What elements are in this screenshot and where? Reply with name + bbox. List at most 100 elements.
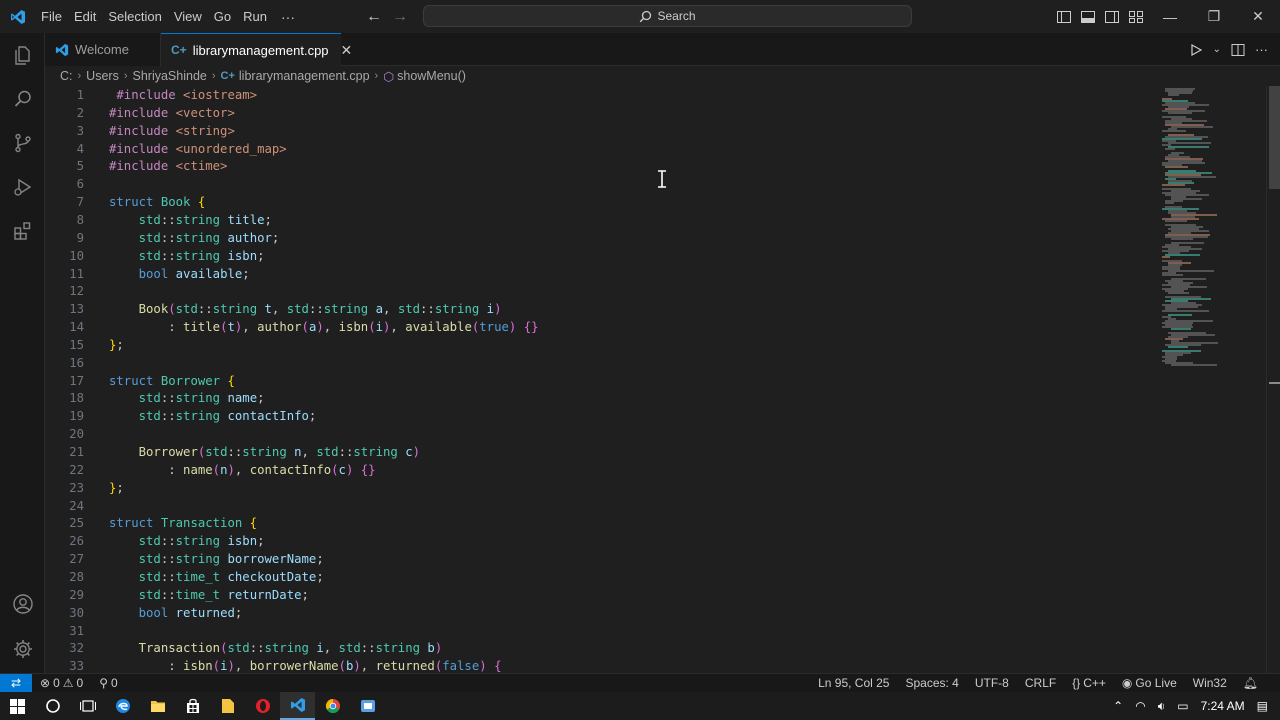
- breadcrumb-users[interactable]: Users: [86, 69, 119, 83]
- toggle-secondary-sidebar-icon[interactable]: [1104, 9, 1120, 25]
- code-line[interactable]: 17 struct Borrower {: [45, 372, 1145, 390]
- cursor-position[interactable]: Ln 95, Col 25: [810, 674, 897, 693]
- code-line[interactable]: 9 std::string author;: [45, 229, 1145, 247]
- platform[interactable]: Win32: [1185, 674, 1235, 693]
- code-line[interactable]: 12: [45, 282, 1145, 300]
- sticky-notes-icon[interactable]: [210, 692, 245, 720]
- windows-start-icon[interactable]: [0, 692, 35, 720]
- code-line[interactable]: 14 : title(t), author(a), isbn(i), avail…: [45, 318, 1145, 336]
- search-view-icon[interactable]: [0, 77, 45, 121]
- run-debug-icon[interactable]: [0, 165, 45, 209]
- microsoft-store-icon[interactable]: [175, 692, 210, 720]
- wifi-icon[interactable]: ◠: [1135, 699, 1145, 713]
- clock[interactable]: 7:24 AM: [1201, 699, 1245, 713]
- code-line[interactable]: 8 std::string title;: [45, 211, 1145, 229]
- accounts-icon[interactable]: [0, 582, 45, 626]
- code-line[interactable]: 33 : isbn(i), borrowerName(b), returned(…: [45, 657, 1145, 673]
- code-line[interactable]: 2 #include <vector>: [45, 104, 1145, 122]
- chevron-down-icon[interactable]: ⌄: [1213, 44, 1221, 55]
- end-of-line[interactable]: CRLF: [1017, 674, 1064, 693]
- language-mode[interactable]: {} C++: [1064, 674, 1114, 693]
- menu-more-icon[interactable]: ···: [273, 9, 303, 25]
- indentation[interactable]: Spaces: 4: [897, 674, 966, 693]
- edge-browser-icon[interactable]: [105, 692, 140, 720]
- toggle-primary-sidebar-icon[interactable]: [1056, 9, 1072, 25]
- code-line[interactable]: 31: [45, 622, 1145, 640]
- code-line[interactable]: 5 #include <ctime>: [45, 157, 1145, 175]
- restore-icon[interactable]: ❐: [1192, 0, 1236, 33]
- menu-run[interactable]: Run: [237, 0, 273, 33]
- opera-browser-icon[interactable]: [245, 692, 280, 720]
- problems-indicator[interactable]: ⊗ 0 ⚠ 0: [32, 674, 91, 693]
- code-line[interactable]: 29 std::time_t returnDate;: [45, 586, 1145, 604]
- task-view-icon[interactable]: [70, 692, 105, 720]
- menu-edit[interactable]: Edit: [68, 0, 102, 33]
- tab-welcome[interactable]: Welcome: [45, 33, 161, 66]
- close-tab-icon[interactable]: ✕: [341, 42, 353, 59]
- command-center-search[interactable]: Search: [423, 5, 912, 27]
- code-line[interactable]: 10 std::string isbn;: [45, 247, 1145, 265]
- code-line[interactable]: 23};: [45, 479, 1145, 497]
- code-line[interactable]: 1 #include <iostream>: [45, 86, 1145, 104]
- breadcrumb-file[interactable]: librarymanagement.cpp: [239, 69, 370, 83]
- code-line[interactable]: 24: [45, 497, 1145, 515]
- encoding[interactable]: UTF-8: [967, 674, 1017, 693]
- code-line[interactable]: 18 std::string name;: [45, 389, 1145, 407]
- code-line[interactable]: 16: [45, 354, 1145, 372]
- code-line[interactable]: 27 std::string borrowerName;: [45, 550, 1145, 568]
- scrollbar-thumb[interactable]: [1269, 86, 1280, 189]
- split-editor-icon[interactable]: [1231, 43, 1245, 57]
- menu-go[interactable]: Go: [208, 0, 237, 33]
- back-arrow-icon[interactable]: ←: [366, 8, 382, 26]
- code-line[interactable]: 3 #include <string>: [45, 122, 1145, 140]
- code-line[interactable]: 20: [45, 425, 1145, 443]
- source-control-icon[interactable]: [0, 121, 45, 165]
- manage-gear-icon[interactable]: [0, 627, 45, 671]
- close-window-icon[interactable]: ✕: [1236, 0, 1280, 33]
- minimap[interactable]: [1160, 86, 1265, 673]
- remote-indicator-icon[interactable]: ⇄: [0, 673, 32, 693]
- code-line[interactable]: 4 #include <unordered_map>: [45, 140, 1145, 158]
- extensions-icon[interactable]: [0, 209, 45, 253]
- code-line[interactable]: 22 : name(n), contactInfo(c) {}: [45, 461, 1145, 479]
- app-window-icon[interactable]: [350, 692, 385, 720]
- code-line[interactable]: 21 Borrower(std::string n, std::string c…: [45, 443, 1145, 461]
- menu-selection[interactable]: Selection: [102, 0, 167, 33]
- notifications-bell-icon[interactable]: 🔔︎: [1235, 674, 1266, 693]
- more-actions-icon[interactable]: ···: [1255, 42, 1268, 57]
- file-explorer-icon[interactable]: [140, 692, 175, 720]
- code-line[interactable]: 26 std::string isbn;: [45, 532, 1145, 550]
- vertical-scrollbar[interactable]: [1266, 86, 1280, 673]
- volume-icon[interactable]: 🔉︎: [1158, 699, 1166, 714]
- forward-arrow-icon[interactable]: →: [392, 8, 408, 26]
- cortana-search-icon[interactable]: [35, 692, 70, 720]
- tab-librarymanagement[interactable]: C+ librarymanagement.cpp ✕: [161, 33, 352, 66]
- breadcrumb-drive[interactable]: C:: [60, 69, 73, 83]
- vscode-taskbar-icon[interactable]: [280, 692, 315, 720]
- minimize-icon[interactable]: —: [1148, 0, 1192, 33]
- go-live-button[interactable]: ◉ Go Live: [1114, 674, 1185, 693]
- code-line[interactable]: 6: [45, 175, 1145, 193]
- code-line[interactable]: 11 bool available;: [45, 265, 1145, 283]
- action-center-icon[interactable]: ▤: [1257, 699, 1268, 713]
- code-line[interactable]: 19 std::string contactInfo;: [45, 407, 1145, 425]
- code-line[interactable]: 30 bool returned;: [45, 604, 1145, 622]
- breadcrumb-symbol[interactable]: showMenu(): [397, 69, 466, 83]
- explorer-icon[interactable]: [0, 33, 45, 77]
- code-line[interactable]: 13 Book(std::string t, std::string a, st…: [45, 300, 1145, 318]
- customize-layout-icon[interactable]: [1128, 9, 1144, 25]
- code-line[interactable]: 25 struct Transaction {: [45, 514, 1145, 532]
- code-line[interactable]: 32 Transaction(std::string i, std::strin…: [45, 639, 1145, 657]
- menu-file[interactable]: File: [35, 0, 68, 33]
- ports-indicator[interactable]: ⚲ 0: [91, 674, 125, 693]
- chevron-up-icon[interactable]: ⌃: [1113, 699, 1123, 713]
- run-code-icon[interactable]: [1189, 43, 1203, 57]
- toggle-panel-icon[interactable]: [1080, 9, 1096, 25]
- code-line[interactable]: 15};: [45, 336, 1145, 354]
- code-line[interactable]: 7 struct Book {: [45, 193, 1145, 211]
- code-line[interactable]: 28 std::time_t checkoutDate;: [45, 568, 1145, 586]
- chrome-browser-icon[interactable]: [315, 692, 350, 720]
- breadcrumb-user[interactable]: ShriyaShinde: [133, 69, 207, 83]
- menu-view[interactable]: View: [168, 0, 208, 33]
- battery-icon[interactable]: ▭: [1177, 699, 1188, 713]
